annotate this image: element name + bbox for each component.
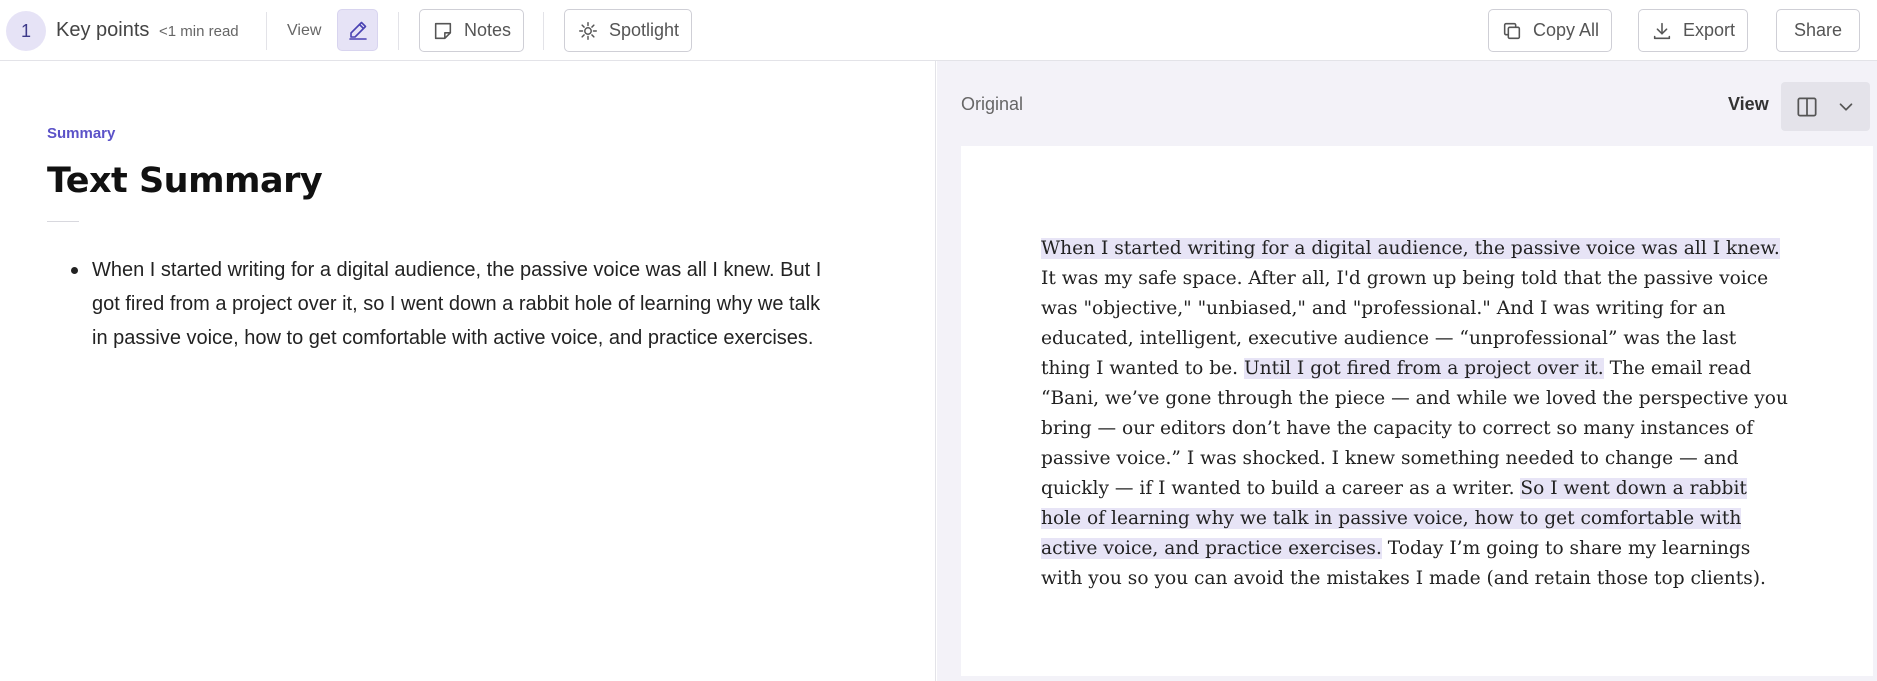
export-button[interactable]: Export xyxy=(1638,9,1749,52)
summary-bullet-list: When I started writing for a digital aud… xyxy=(67,253,837,355)
key-points-title: Key points xyxy=(56,19,150,41)
split-view-icon xyxy=(1797,96,1817,117)
title-divider xyxy=(47,221,79,222)
share-button[interactable]: Share xyxy=(1776,9,1861,52)
key-points-count-badge: 1 xyxy=(6,11,46,51)
sticky-note-icon xyxy=(434,22,452,39)
toolbar-divider xyxy=(543,12,544,50)
spotlight-icon xyxy=(579,21,597,40)
edit-view-button[interactable] xyxy=(337,9,378,51)
summary-bullet: When I started writing for a digital aud… xyxy=(67,253,837,355)
export-label: Export xyxy=(1683,20,1736,40)
summary-panel: Summary Text Summary When I started writ… xyxy=(0,61,936,681)
page-title: Text Summary xyxy=(47,161,323,201)
view-label: View xyxy=(287,22,322,39)
summary-eyebrow: Summary xyxy=(47,125,116,142)
notes-label: Notes xyxy=(464,20,512,40)
highlighted-sentence: When I started writing for a digital aud… xyxy=(1041,238,1780,259)
chevron-down-icon xyxy=(1839,102,1853,111)
original-label: Original xyxy=(961,94,1024,114)
download-icon xyxy=(1653,22,1671,39)
copy-all-label: Copy All xyxy=(1533,20,1600,40)
highlighted-sentence: Until I got fired from a project over it… xyxy=(1244,358,1604,379)
share-label: Share xyxy=(1794,20,1843,40)
pen-icon xyxy=(348,21,367,40)
toolbar-divider xyxy=(398,12,399,50)
read-time: <1 min read xyxy=(159,23,239,40)
copy-all-button[interactable]: Copy All xyxy=(1488,9,1613,52)
original-panel: Original View When I started writing for… xyxy=(937,61,1877,681)
copy-icon xyxy=(1503,22,1521,39)
view-mode-dropdown[interactable] xyxy=(1781,82,1870,131)
spotlight-button[interactable]: Spotlight xyxy=(564,9,693,52)
top-toolbar: 1 Key points <1 min read View Notes Spot… xyxy=(0,0,1877,61)
notes-button[interactable]: Notes xyxy=(419,9,525,52)
original-view-label: View xyxy=(1728,94,1769,114)
original-document: When I started writing for a digital aud… xyxy=(961,146,1873,676)
spotlight-label: Spotlight xyxy=(609,20,680,40)
toolbar-divider xyxy=(266,12,267,50)
original-text: When I started writing for a digital aud… xyxy=(1041,234,1791,594)
